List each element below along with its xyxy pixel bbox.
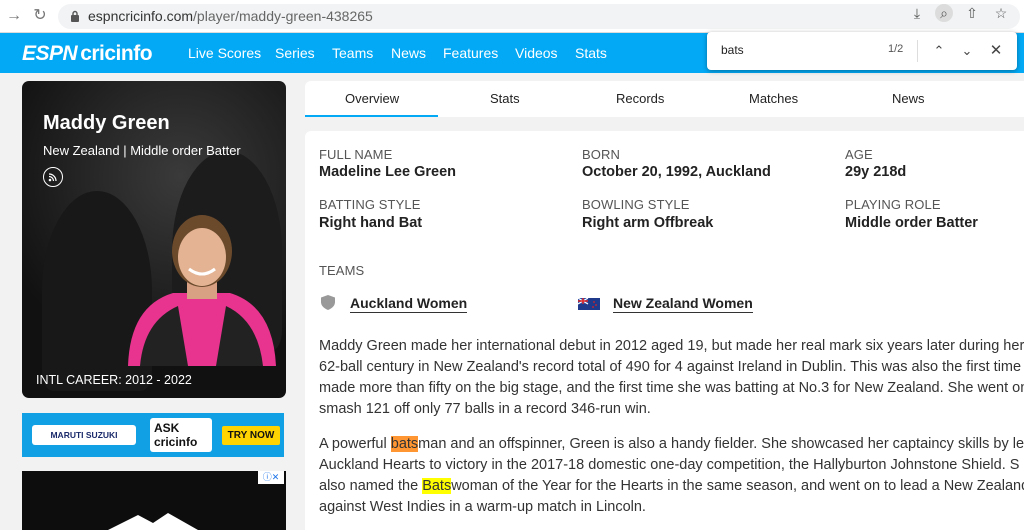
url-path: /player/maddy-green-438265 (193, 8, 373, 24)
maruti-suzuki-logo: MARUTI SUZUKI (32, 425, 136, 445)
career-span: INTL CAREER: 2012 - 2022 (36, 373, 192, 387)
find-bar: bats 1/2 ⌃ ⌄ ✕ (707, 32, 1017, 70)
bio-text: also named the (319, 478, 423, 494)
bio-line: against West Indies in a warm-up match i… (319, 499, 646, 515)
born-value: October 20, 1992, Auckland (582, 164, 771, 180)
ask-text: ASK (154, 421, 180, 435)
playing-role-value: Middle order Batter (845, 215, 978, 231)
player-subtitle: New Zealand | Middle order Batter (43, 143, 241, 158)
find-previous-icon[interactable]: ⌃ (929, 41, 949, 61)
nav-series[interactable]: Series (275, 45, 315, 61)
logo-cricinfo: cricinfo (80, 42, 153, 65)
bio-text: man and an offspinner, Green is also a h… (418, 436, 1024, 452)
browser-toolbar: → ↻ espncricinfo.com/player/maddy-green-… (0, 0, 1024, 33)
find-match-count: 1/2 (888, 43, 904, 55)
find-input[interactable]: bats (721, 43, 744, 57)
batting-style-value: Right hand Bat (319, 215, 423, 231)
bio-line: 62-ball century in New Zealand's record … (319, 359, 1022, 375)
video-graphic (108, 513, 198, 530)
age-value: 29y 218d (845, 164, 907, 180)
team-new-zealand-women-link[interactable]: New Zealand Women (613, 295, 753, 313)
player-photo (128, 215, 276, 366)
player-card: Maddy Green New Zealand | Middle order B… (22, 81, 286, 398)
find-divider (917, 40, 918, 62)
tab-stats[interactable]: Stats (490, 91, 520, 106)
bookmark-star-icon[interactable]: ☆ (992, 4, 1010, 22)
tab-matches[interactable]: Matches (749, 91, 798, 106)
bio-text: woman of the Year for the Hearts in the … (451, 478, 1024, 494)
find-match: Bats (422, 478, 452, 494)
nav-stats[interactable]: Stats (575, 45, 607, 61)
nav-teams[interactable]: Teams (332, 45, 373, 61)
try-now-button[interactable]: TRY NOW (222, 426, 280, 445)
full-name-label: FULL NAME (319, 147, 393, 162)
playing-role-label: PLAYING ROLE (845, 197, 941, 212)
video-ad[interactable]: ⓘ✕ (22, 471, 286, 530)
bio-line: also named the Batswoman of the Year for… (319, 476, 1024, 497)
url-domain: espncricinfo.com (88, 8, 194, 24)
nav-features[interactable]: Features (443, 45, 498, 61)
teams-label: TEAMS (319, 263, 365, 278)
bio-line: Auckland Hearts to victory in the 2017-1… (319, 457, 1020, 473)
bowling-style-label: BOWLING STYLE (582, 197, 690, 212)
address-bar[interactable]: espncricinfo.com/player/maddy-green-4382… (58, 4, 1020, 29)
born-label: BORN (582, 147, 620, 162)
ad-banner[interactable]: MARUTI SUZUKI ASK cricinfo TRY NOW (22, 413, 284, 457)
bio-line: made more than fifty on the big stage, a… (319, 380, 1024, 396)
install-icon[interactable]: ⤓ (908, 4, 926, 22)
player-tabs: Overview Stats Records Matches News (305, 81, 1024, 117)
share-icon[interactable]: ⇧ (963, 4, 981, 22)
nav-live-scores[interactable]: Live Scores (188, 45, 261, 61)
active-tab-indicator (305, 115, 438, 117)
team-auckland-women-link[interactable]: Auckland Women (350, 295, 468, 313)
ask-cricinfo-logo: ASK cricinfo (150, 418, 212, 452)
bio-line: smash 121 off only 77 balls in a record … (319, 401, 651, 417)
rss-icon[interactable] (43, 167, 63, 187)
nav-news[interactable]: News (391, 45, 426, 61)
batting-style-label: BATTING STYLE (319, 197, 421, 212)
forward-arrow-icon[interactable]: → (4, 6, 24, 26)
cricinfo-text: cricinfo (154, 435, 198, 449)
tab-news[interactable]: News (892, 91, 925, 106)
logo-espn: ESPN (22, 42, 78, 65)
find-in-page-icon[interactable]: ⌕ (935, 4, 953, 22)
bio-paragraph-1: Maddy Green made her international debut… (319, 336, 1024, 420)
find-next-icon[interactable]: ⌄ (957, 41, 977, 61)
full-name-value: Madeline Lee Green (319, 164, 456, 180)
tab-records[interactable]: Records (616, 91, 664, 106)
nav-videos[interactable]: Videos (515, 45, 558, 61)
url-text: espncricinfo.com/player/maddy-green-4382… (88, 8, 373, 24)
age-label: AGE (845, 147, 873, 162)
tab-overview[interactable]: Overview (345, 91, 399, 106)
lock-icon (71, 10, 79, 22)
shield-icon (321, 295, 335, 310)
find-match-current: bats (390, 436, 419, 452)
reload-icon[interactable]: ↻ (30, 6, 50, 26)
bio-line: A powerful batsman and an offspinner, Gr… (319, 434, 1024, 455)
overview-panel: FULL NAME Madeline Lee Green BORN Octobe… (305, 131, 1024, 530)
bio-paragraph-2: A powerful batsman and an offspinner, Gr… (319, 434, 1024, 518)
find-close-icon[interactable]: ✕ (986, 41, 1006, 61)
bio-line: Maddy Green made her international debut… (319, 338, 1024, 354)
bio-text: A powerful (319, 436, 391, 452)
bowling-style-value: Right arm Offbreak (582, 215, 714, 231)
new-zealand-flag-icon (578, 298, 600, 310)
ad-info-icon[interactable]: ⓘ✕ (258, 471, 284, 484)
espncricinfo-logo[interactable]: ESPN cricinfo (22, 42, 153, 66)
player-name: Maddy Green (43, 112, 170, 134)
